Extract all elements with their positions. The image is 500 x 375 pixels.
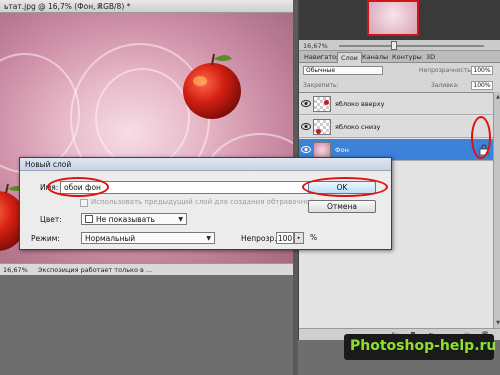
status-message: Экспозиция работает только в ... [38, 266, 153, 274]
fill-label: Заливка: [431, 82, 460, 89]
layer-thumbnail [313, 142, 331, 158]
document-title: ьтат.jpg @ 16,7% (Фон, RGB/8) * [4, 2, 131, 11]
layer-row[interactable]: яблоко снизу [299, 116, 493, 138]
fill-field[interactable]: 100% [471, 81, 493, 90]
color-swatch [85, 215, 93, 223]
mode-value: Нормальный [85, 234, 136, 243]
layers-scrollbar[interactable]: ▲ ▼ [493, 92, 500, 328]
color-value: Не показывать [96, 215, 155, 224]
tab-3d[interactable]: 3D [423, 52, 438, 63]
highlight-ellipse [47, 177, 109, 197]
layer-row[interactable]: яблоко вверху [299, 93, 493, 115]
scroll-up-icon[interactable]: ▲ [495, 94, 500, 100]
highlight-ellipse [471, 116, 491, 159]
status-bar: 16,67% Экспозиция работает только в ... [0, 263, 293, 275]
document-tab[interactable]: ьтат.jpg @ 16,7% (Фон, RGB/8) * × [0, 0, 300, 13]
clipping-mask-label: Использовать предыдущий слой для создани… [91, 198, 339, 206]
layer-name: Фон [335, 146, 349, 154]
watermark-text: Photoshop-help.ru [350, 338, 497, 354]
visibility-eye-icon[interactable] [301, 122, 311, 131]
scroll-down-icon[interactable]: ▼ [495, 320, 500, 326]
blend-mode-select[interactable]: Обычные [303, 66, 383, 75]
color-label: Цвет: [40, 215, 62, 224]
cancel-button[interactable]: Отмена [308, 200, 376, 213]
layer-name: яблоко снизу [335, 123, 381, 131]
chevron-down-icon: ▼ [178, 216, 183, 223]
navigator-zoom-bar: 16,67% [299, 40, 500, 51]
panel-tabs: Навигатор Слои Каналы Контуры 3D [299, 51, 500, 63]
zoom-slider-track[interactable] [339, 45, 484, 47]
status-zoom: 16,67% [3, 266, 28, 274]
dialog-opacity-input[interactable]: 100 [276, 232, 294, 244]
navigator-thumbnail[interactable] [367, 0, 419, 36]
tab-channels[interactable]: Каналы [359, 52, 391, 63]
layer-thumbnail [313, 119, 331, 135]
new-layer-dialog: Новый слой Имя: обои фон Использовать пр… [19, 157, 392, 250]
dialog-title: Новый слой [25, 160, 72, 169]
dialog-opacity-label: Непрозр.: [241, 234, 280, 243]
highlight-ellipse [302, 177, 388, 197]
opacity-dropdown-arrow-icon[interactable]: ▸ [294, 232, 304, 244]
visibility-eye-icon[interactable] [301, 145, 311, 154]
apple-image [183, 53, 241, 119]
flower-petal-ring [95, 68, 190, 168]
close-tab-icon[interactable]: × [96, 2, 102, 11]
tab-paths[interactable]: Контуры [389, 52, 425, 63]
flower-petal-ring [0, 53, 80, 173]
lock-label: Закрепить: [303, 82, 339, 89]
visibility-eye-icon[interactable] [301, 99, 311, 108]
opacity-unit: % [310, 233, 318, 242]
watermark: Photoshop-help.ru [344, 334, 497, 360]
chevron-down-icon: ▼ [206, 235, 211, 242]
zoom-slider-thumb[interactable] [391, 41, 397, 50]
lock-row: Закрепить: Заливка: 100% [299, 80, 500, 92]
opacity-label: Непрозрачность: [419, 67, 473, 74]
mode-select[interactable]: Нормальный ▼ [81, 232, 215, 244]
dialog-titlebar[interactable]: Новый слой [20, 158, 391, 171]
opacity-field[interactable]: 100% [471, 66, 493, 75]
blend-row: Обычные Непрозрачность: 100% [299, 64, 500, 77]
layer-name: яблоко вверху [335, 100, 385, 108]
mode-label: Режим: [31, 234, 60, 243]
navigator-zoom-value[interactable]: 16,67% [303, 42, 328, 50]
color-select[interactable]: Не показывать ▼ [81, 213, 187, 225]
navigator-preview [299, 0, 500, 40]
clipping-mask-checkbox[interactable] [80, 199, 88, 207]
layer-thumbnail [313, 96, 331, 112]
